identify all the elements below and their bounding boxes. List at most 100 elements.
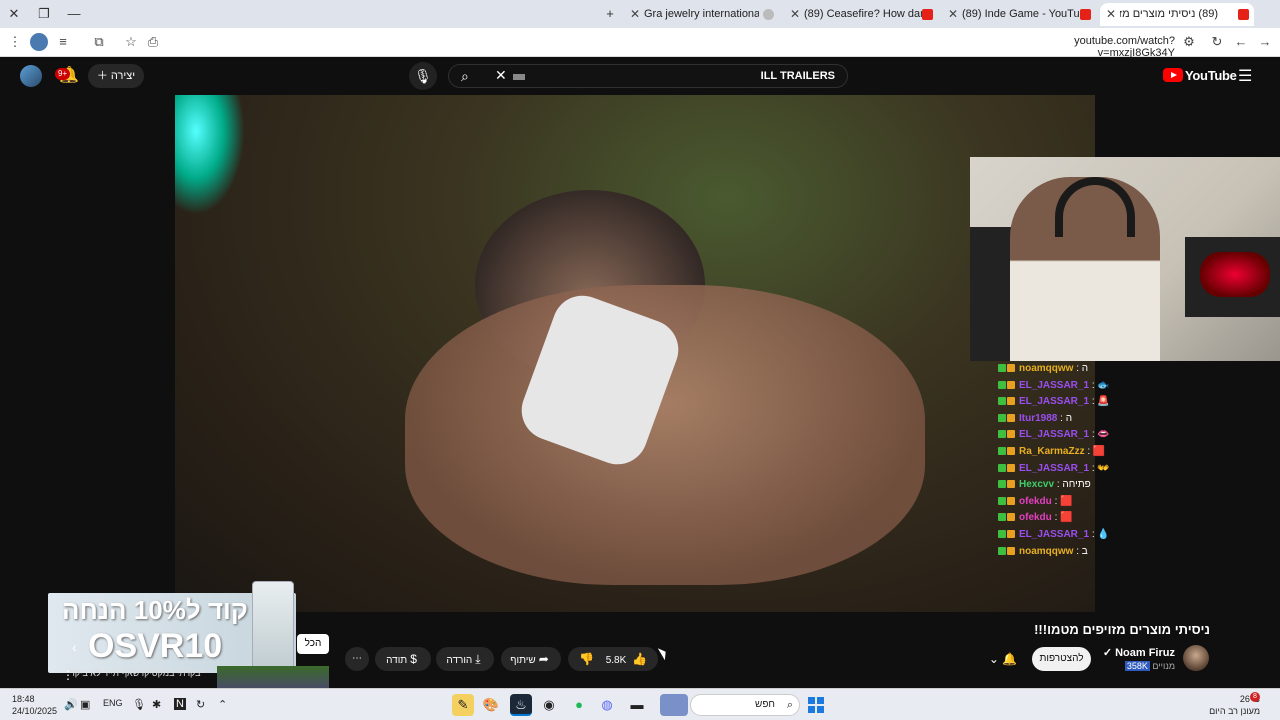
taskbar-app-discord-icon[interactable]: ◍ — [596, 694, 618, 716]
recommended-more-icon[interactable]: ⋮ — [62, 668, 74, 682]
chevron-left-icon[interactable]: ‹ — [72, 639, 77, 655]
create-button[interactable]: ＋ יצירה — [88, 64, 144, 88]
chat-badge-icon — [998, 513, 1006, 522]
download-button[interactable]: הורדה ⤓ — [436, 647, 494, 671]
address-bar-row: ⋮ ≡ ⧉ ☆ ⎙ youtube.com/watch?v=mxzjI8Gk34… — [0, 28, 1280, 59]
video-player[interactable] — [175, 95, 1095, 612]
channel-name[interactable]: ✓ Noam Firuz — [1100, 646, 1175, 659]
chat-username[interactable]: EL_JASSAR_1 — [1019, 396, 1089, 407]
close-window-icon[interactable]: ✕ — [4, 4, 24, 24]
search-input[interactable]: ⌕ ✕ ILL TRAILERS — [448, 64, 848, 88]
taskbar-app-explorer-icon[interactable]: ▬ — [626, 694, 648, 716]
streamer-webcam — [970, 157, 1280, 361]
clear-search-icon[interactable]: ✕ — [495, 67, 507, 84]
chat-username[interactable]: noamqqww — [1019, 363, 1073, 374]
chat-badge-icon — [1007, 496, 1015, 505]
profile-avatar-icon[interactable] — [30, 33, 48, 51]
chat-username[interactable]: ofekdu — [1019, 512, 1052, 523]
chat-badge-icon — [1007, 480, 1015, 489]
close-tab-icon[interactable]: ✕ — [1106, 3, 1116, 26]
more-menu-icon[interactable]: ⋮ — [6, 33, 24, 51]
share-button[interactable]: שיתוף ➦ — [501, 647, 561, 671]
youtube-play-icon — [1163, 68, 1183, 82]
url-field[interactable]: youtube.com/watch?v=mxzjI8Gk34Y — [1000, 35, 1175, 59]
chat-badge-icon — [998, 364, 1006, 372]
filter-chip-all[interactable]: הכל — [297, 634, 329, 654]
chat-username[interactable]: EL_JASSAR_1 — [1019, 529, 1089, 540]
globe-icon — [763, 9, 774, 20]
chat-username[interactable]: EL_JASSAR_1 — [1019, 463, 1089, 474]
taskbar-app-game-icon[interactable] — [660, 694, 688, 716]
mic-tray-icon[interactable]: 🎙 — [132, 698, 146, 711]
more-actions-button[interactable]: ⋯ — [345, 647, 369, 671]
chat-username[interactable]: Ra_KarmaZzz — [1019, 446, 1085, 457]
channel-name-text: Noam Firuz — [1115, 647, 1175, 659]
volume-icon[interactable]: 🔊 — [64, 698, 78, 711]
windows-start-icon[interactable] — [808, 697, 824, 713]
account-avatar[interactable] — [20, 65, 42, 87]
tab-inde-game[interactable]: ✕ (89) Inde Game - YouTube — [944, 3, 1096, 26]
site-settings-icon[interactable]: ⚙ — [1180, 33, 1198, 51]
taskbar-clock[interactable]: 18:48 24/10/2025 — [12, 693, 57, 717]
new-tab-icon[interactable]: + — [600, 4, 620, 24]
youtube-logo[interactable]: YouTube — [1163, 68, 1237, 84]
chat-text: : 👐 — [1091, 462, 1110, 474]
channel-avatar[interactable] — [1183, 645, 1209, 671]
taskbar-app-steam-icon[interactable]: ♨ — [510, 694, 532, 716]
recommended-video-title[interactable]: בקרתי במקסיקו שאף תייר לא ביקר — [70, 668, 220, 678]
dislike-thumb-icon[interactable]: 👎 — [579, 652, 594, 666]
sync-tray-icon[interactable]: ↻ — [196, 698, 205, 711]
hamburger-menu-icon[interactable]: ☰ — [1238, 66, 1252, 86]
tab-ceasefire[interactable]: ✕ (89) Ceasefire? How dare you! — [786, 3, 938, 26]
youtube-favicon-icon — [1238, 9, 1249, 20]
close-tab-icon[interactable]: ✕ — [948, 3, 958, 26]
subscribe-button[interactable]: להצטרפות — [1032, 647, 1091, 671]
chat-username[interactable]: noamqqww — [1019, 546, 1073, 557]
taskbar-app-chrome-icon[interactable]: ◉ — [538, 694, 560, 716]
chat-username[interactable]: EL_JASSAR_1 — [1019, 429, 1089, 440]
plus-icon: ＋ — [96, 70, 108, 82]
minimize-window-icon[interactable]: — — [64, 4, 84, 24]
tray-overflow-chevron-icon[interactable]: ⌃ — [218, 698, 227, 711]
chat-username[interactable]: ofekdu — [1019, 496, 1052, 507]
subscriber-label: מנויים — [1152, 661, 1175, 671]
tab-active-video[interactable]: ✕ (89) ניסיתי מוצרים מזויפים — [1100, 3, 1254, 26]
taskbar-search-input[interactable]: חפש ⌕ — [690, 694, 800, 716]
bookmark-star-icon[interactable]: ☆ — [122, 33, 140, 51]
chat-text: : 🚨 — [1091, 396, 1110, 408]
tab-label: (89) Inde Game - YouTube — [962, 8, 1080, 20]
search-icon[interactable]: ⌕ — [461, 68, 469, 85]
chat-username[interactable]: Hexcvv — [1019, 479, 1054, 490]
forward-arrow-icon[interactable]: → — [1256, 33, 1274, 51]
restore-window-icon[interactable]: ❐ — [34, 4, 54, 24]
reading-list-icon[interactable]: ≡ — [54, 33, 72, 51]
back-arrow-icon[interactable]: ← — [1232, 33, 1250, 51]
chat-badge-icon — [998, 529, 1006, 538]
video-neon-light — [175, 95, 245, 215]
close-tab-icon[interactable]: ✕ — [630, 3, 640, 26]
close-tab-icon[interactable]: ✕ — [790, 3, 800, 26]
voice-search-mic-icon[interactable]: 🎙 — [409, 62, 437, 90]
chat-badge-icon — [1007, 513, 1015, 522]
onenote-tray-icon[interactable]: N — [174, 698, 186, 710]
reload-icon[interactable]: ↻ — [1208, 33, 1226, 51]
screenshot-icon[interactable]: ⎙ — [144, 33, 162, 51]
bluetooth-icon[interactable]: ✱ — [152, 698, 161, 711]
extensions-icon[interactable]: ⧉ — [90, 33, 108, 51]
language-indicator[interactable]: ENG — [103, 698, 123, 708]
chat-badge-icon — [998, 480, 1006, 489]
taskbar-app-notes-icon[interactable]: ✎ — [452, 694, 474, 716]
taskbar-app-paint-icon[interactable]: 🎨 — [480, 694, 502, 716]
promo-code-text: OSVR10 — [88, 627, 223, 665]
thanks-button[interactable]: תודה $ — [375, 647, 431, 671]
subscription-bell-button[interactable]: ⌄ 🔔 — [978, 647, 1028, 671]
taskbar-app-spotify-icon[interactable]: ● — [568, 694, 590, 716]
like-thumb-icon[interactable]: 👍 — [632, 652, 647, 666]
chat-text: : ה — [1076, 363, 1089, 374]
network-icon[interactable]: ▣ — [80, 698, 90, 711]
chat-message: EL_JASSAR_1 : 💧 — [998, 527, 1198, 544]
recommended-video-thumbnail[interactable] — [217, 666, 329, 690]
chat-username[interactable]: Itur1988 — [1019, 413, 1057, 424]
tab-gra-jewelry[interactable]: ✕ Gra jewelry international autho — [626, 3, 778, 26]
chat-username[interactable]: EL_JASSAR_1 — [1019, 380, 1089, 391]
